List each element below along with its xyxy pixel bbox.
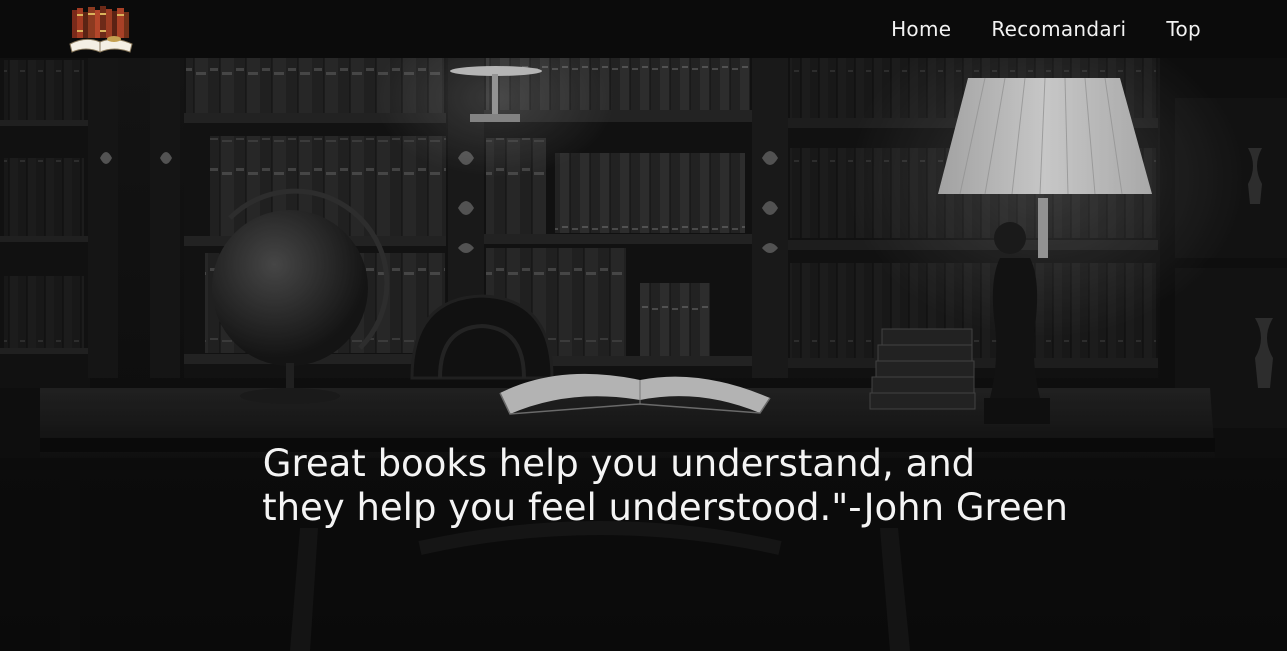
quote-line-1: Great books help you understand, and [262,442,976,485]
hero-section: Great books help you understand, and the… [0,58,1287,651]
nav-top-link[interactable]: Top [1166,17,1201,41]
page: Home Recomandari Top Great books help yo… [0,0,1287,651]
nav-home-link[interactable]: Home [891,17,951,41]
navbar: Home Recomandari Top [0,0,1287,58]
nav-links: Home Recomandari Top [851,0,1201,58]
books-logo-icon[interactable] [66,4,134,56]
quote-line-2: they help you feel understood."-John Gre… [262,486,1068,529]
library-background-image [0,58,1287,651]
nav-recomandari-link[interactable]: Recomandari [991,17,1126,41]
hero-quote: Great books help you understand, and the… [200,442,1130,530]
